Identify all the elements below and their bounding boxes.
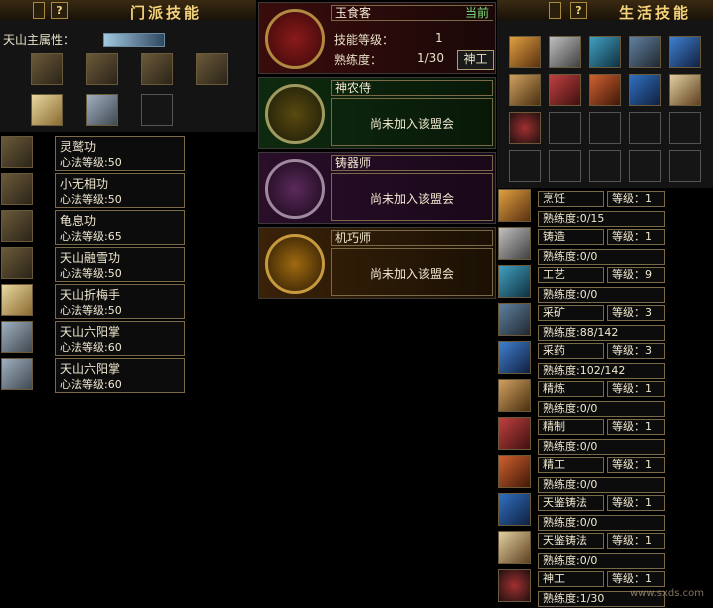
guild-card-current[interactable]: 玉食客 当前 技能等级： 1 熟练度： 1/30 神工: [258, 2, 496, 74]
sect-skill-row[interactable]: 龟息功 心法等级:65: [0, 210, 185, 245]
life-skill-row[interactable]: 铸造 等级：1 熟练度:0/0: [498, 227, 713, 265]
life-skill-grid: [497, 20, 713, 188]
empty-slot: [589, 150, 621, 182]
herbalism-icon: [498, 341, 531, 374]
skill-book-icon: [1, 358, 33, 390]
life-skill-row[interactable]: 工艺 等级：9 熟练度:0/0: [498, 265, 713, 303]
not-joined-text: 尚未加入该盟会: [369, 192, 454, 206]
sect-attribute-panel: 天山主属性：: [0, 20, 256, 132]
skill-book-icon: [1, 247, 33, 279]
life-skill-row[interactable]: 精炼 等级：1 熟练度:0/0: [498, 379, 713, 417]
main-attribute-label: 天山主属性：: [3, 33, 76, 47]
life-skill-row[interactable]: 天鉴铸法 等级：1 熟练度:0/0: [498, 531, 713, 569]
mining-icon: [498, 303, 531, 336]
fine-work-icon[interactable]: [589, 74, 621, 106]
watermark: www.sxds.com: [630, 588, 705, 599]
skill-level-label: 技能等级：: [334, 33, 395, 47]
help-icon[interactable]: ?: [51, 2, 68, 19]
cooking-icon[interactable]: [509, 36, 541, 68]
empty-slot: [509, 150, 541, 182]
guild-card-smith[interactable]: 铸器师 尚未加入该盟会: [258, 152, 496, 224]
guild-card-shennong[interactable]: 神农侍 尚未加入该盟会: [258, 77, 496, 149]
empty-slot: [589, 112, 621, 144]
mining-icon[interactable]: [629, 36, 661, 68]
help-icon[interactable]: ?: [570, 2, 587, 19]
guild-name: 机巧师: [331, 230, 493, 246]
forging-icon: [498, 227, 531, 260]
smith-guild-emblem-icon: [265, 159, 325, 219]
cooking-icon: [498, 189, 531, 222]
guild-name: 铸器师: [331, 155, 493, 171]
not-joined-text: 尚未加入该盟会: [369, 117, 454, 131]
mechanic-guild-emblem-icon: [265, 234, 325, 294]
tianjian-2-icon[interactable]: [669, 74, 701, 106]
empty-slot: [629, 150, 661, 182]
current-badge: 当前: [464, 6, 489, 20]
tianjian-2-icon: [498, 531, 531, 564]
empty-slot: [629, 112, 661, 144]
sect-skills-header: ? 门派技能: [0, 0, 256, 22]
crafting-icon: [498, 265, 531, 298]
farmer-guild-emblem-icon: [265, 84, 325, 144]
empty-slot: [549, 150, 581, 182]
life-skills-header: ? 生活技能: [497, 0, 713, 22]
shengong-icon: [498, 569, 531, 602]
sect-skill-row[interactable]: 灵鹫功 心法等级:50: [0, 136, 185, 171]
proficiency-value: 1/30: [417, 51, 444, 65]
life-skill-row[interactable]: 烹饪 等级：1 熟练度:0/15: [498, 189, 713, 227]
proficiency-label: 熟练度：: [334, 53, 383, 67]
tianjian-icon[interactable]: [629, 74, 661, 106]
life-skill-row[interactable]: 天鉴铸法 等级：1 熟练度:0/0: [498, 493, 713, 531]
sect-icon-2[interactable]: [86, 53, 118, 85]
processing-icon[interactable]: [549, 74, 581, 106]
sect-icon-5[interactable]: [31, 94, 63, 126]
guild-name: 玉食客 当前: [331, 5, 493, 21]
sect-icon-3[interactable]: [141, 53, 173, 85]
life-skill-row[interactable]: 精工 等级：1 熟练度:0/0: [498, 455, 713, 493]
skill-level-value: 1: [435, 31, 443, 45]
guild-name: 神农侍: [331, 80, 493, 96]
refining-icon[interactable]: [509, 74, 541, 106]
sect-icon-empty: [141, 94, 173, 126]
life-skill-row[interactable]: 精制 等级：1 熟练度:0/0: [498, 417, 713, 455]
sect-icon-1[interactable]: [31, 53, 63, 85]
skill-book-icon: [1, 136, 33, 168]
herbalism-icon[interactable]: [669, 36, 701, 68]
refining-icon: [498, 379, 531, 412]
tianjian-icon: [498, 493, 531, 526]
empty-slot: [669, 112, 701, 144]
life-skill-row[interactable]: 采矿 等级：3 熟练度:88/142: [498, 303, 713, 341]
skill-book-icon: [1, 173, 33, 205]
sect-skill-row[interactable]: 天山六阳掌 心法等级:60: [0, 358, 185, 393]
main-attribute-icon[interactable]: [103, 33, 165, 47]
scroll-handle-icon[interactable]: [549, 2, 561, 19]
chef-guild-emblem-icon: [265, 9, 325, 69]
sect-skill-row[interactable]: 天山融雪功 心法等级:50: [0, 247, 185, 282]
skill-book-icon: [1, 284, 33, 316]
processing-icon: [498, 417, 531, 450]
not-joined-text: 尚未加入该盟会: [369, 267, 454, 281]
shengong-icon[interactable]: [509, 112, 541, 144]
guild-card-mechanic[interactable]: 机巧师 尚未加入该盟会: [258, 227, 496, 299]
sect-skill-row[interactable]: 天山折梅手 心法等级:50: [0, 284, 185, 319]
sect-skill-row[interactable]: 小无相功 心法等级:50: [0, 173, 185, 208]
sect-icon-6[interactable]: [86, 94, 118, 126]
life-skill-row[interactable]: 采药 等级：3 熟练度:102/142: [498, 341, 713, 379]
fine-work-icon: [498, 455, 531, 488]
scroll-handle-icon[interactable]: [33, 2, 45, 19]
skill-book-icon: [1, 321, 33, 353]
shengong-button[interactable]: 神工: [457, 50, 494, 70]
empty-slot: [549, 112, 581, 144]
sect-icon-4[interactable]: [196, 53, 228, 85]
skill-book-icon: [1, 210, 33, 242]
crafting-icon[interactable]: [589, 36, 621, 68]
empty-slot: [669, 150, 701, 182]
sect-skill-row[interactable]: 天山六阳掌 心法等级:60: [0, 321, 185, 356]
forging-icon[interactable]: [549, 36, 581, 68]
